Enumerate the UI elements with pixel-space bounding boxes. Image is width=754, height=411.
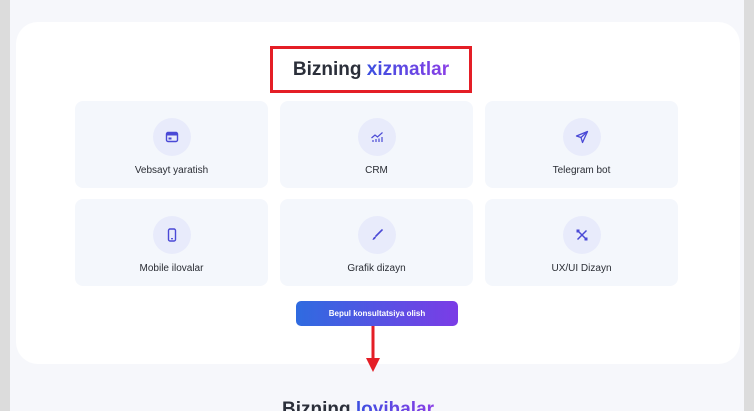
service-label: Mobile ilovalar [139,263,204,274]
section-title: Bizning xizmatlar [293,59,449,81]
service-card-ux-ui-design[interactable]: UX/UI Dizayn [485,199,678,286]
services-card: Bizning xizmatlar Vebsayt yaratish CRM T… [16,22,740,364]
title-highlight-annotation: Bizning xizmatlar [270,46,472,93]
section-title-highlight: xizmatlar [366,58,450,80]
browser-window-icon [152,118,191,156]
service-label: UX/UI Dizayn [551,263,612,274]
paper-plane-icon [562,118,601,156]
service-label: Vebsayt yaratish [134,165,209,176]
next-section-title-prefix: Bizning [282,399,351,411]
services-grid: Vebsayt yaratish CRM Telegram bot Mobile… [75,101,678,287]
service-label: Telegram bot [552,165,611,176]
service-label: Grafik dizayn [347,263,406,274]
section-title-prefix: Bizning [292,58,362,80]
chart-analytics-icon [357,118,396,156]
service-label: CRM [365,165,388,176]
service-card-website[interactable]: Vebsayt yaratish [75,101,268,188]
mobile-phone-icon [152,216,191,254]
service-card-graphic-design[interactable]: Grafik dizayn [280,199,473,286]
service-card-crm[interactable]: CRM [280,101,473,188]
design-tools-icon [562,216,601,254]
brush-icon [357,216,396,254]
service-card-telegram-bot[interactable]: Telegram bot [485,101,678,188]
next-section-title: Bizning loyihalar [282,399,434,411]
page-background: Bizning xizmatlar Vebsayt yaratish CRM T… [10,0,744,411]
down-arrow-annotation-icon [366,326,380,372]
free-consultation-button[interactable]: Bepul konsultatsiya olish [296,301,458,326]
service-card-mobile-apps[interactable]: Mobile ilovalar [75,199,268,286]
next-section-title-highlight: loyihalar [356,399,434,411]
